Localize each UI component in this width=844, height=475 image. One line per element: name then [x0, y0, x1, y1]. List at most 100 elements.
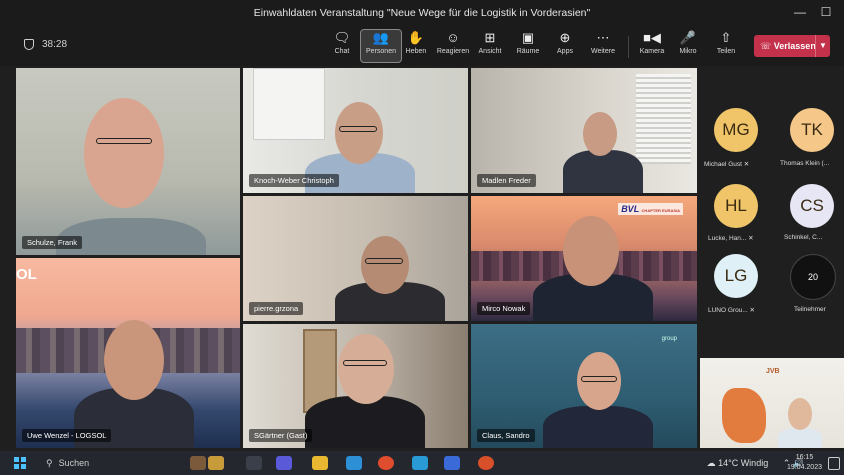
weather-icon[interactable]: ☁ — [707, 458, 716, 468]
people-button[interactable]: 👥 Personen — [360, 29, 402, 63]
avatar-tk[interactable]: TK — [790, 108, 834, 152]
maximize-button[interactable]: ☐ — [816, 4, 836, 20]
apps-button[interactable]: ⊕ Apps — [545, 30, 585, 62]
avatar-cs[interactable]: CS — [790, 184, 834, 228]
camera-label: Kamera — [639, 48, 665, 55]
avatar-name-text: LUNO Grou... — [708, 307, 748, 314]
participant-head — [583, 112, 617, 156]
video-tile-uwe[interactable]: OL Uwe Wenzel - LOGSOL — [16, 258, 240, 448]
taskbar-task-view-icon[interactable] — [246, 456, 262, 470]
participant-name: Uwe Wenzel - LOGSOL — [22, 429, 112, 442]
avatar-initials: TK — [801, 120, 823, 139]
raise-hand-button[interactable]: ✋ Heben — [396, 30, 436, 62]
taskbar-explorer-icon[interactable] — [312, 456, 328, 470]
video-tile-jvb[interactable]: JVB — [700, 358, 844, 448]
mic-off-icon: ✕ — [748, 235, 754, 242]
video-tile-knoch-weber[interactable]: Knoch-Weber Christoph — [243, 68, 468, 193]
taskbar-app-icon[interactable] — [190, 456, 206, 470]
camera-icon: ■◀ — [643, 30, 661, 45]
avatar-lg[interactable]: LG — [714, 254, 758, 298]
react-button[interactable]: ☺ Reagieren — [433, 30, 473, 62]
video-tile-madlen[interactable]: Madlen Freder — [471, 68, 697, 193]
more-label: Weitere — [591, 48, 615, 55]
search-icon: ⚲ — [46, 458, 53, 468]
raise-hand-label: Heben — [405, 48, 427, 55]
avatar-name-text: Lucke, Han... — [708, 235, 747, 242]
bvl-logo-text: BVL — [621, 204, 640, 214]
taskbar-powerpoint-icon[interactable] — [478, 456, 494, 470]
participant-head — [788, 398, 812, 430]
participant-body — [563, 150, 643, 193]
video-tile-schulze[interactable]: Schulze, Frank — [16, 68, 240, 255]
participant-glasses — [96, 138, 152, 144]
title-bar: Einwahldaten Veranstaltung "Neue Wege fü… — [0, 0, 844, 26]
chevron-down-icon[interactable]: ▼ — [815, 35, 830, 57]
minimize-button[interactable]: — — [790, 4, 810, 20]
mic-icon: 🎤 — [679, 30, 697, 45]
windows-start-icon[interactable] — [14, 457, 26, 469]
mic-label: Mikro — [679, 48, 697, 55]
view-button[interactable]: ⊞ Ansicht — [470, 30, 510, 62]
mic-button[interactable]: 🎤 Mikro — [668, 30, 708, 62]
group-logo: group — [662, 336, 677, 342]
participant-glasses — [343, 360, 387, 366]
video-tile-sgaertner[interactable]: SGärtner (Gast) — [243, 324, 468, 448]
taskbar-app-icon[interactable] — [208, 456, 224, 470]
taskbar-app-icon[interactable] — [444, 456, 460, 470]
chat-button[interactable]: 🗨 Chat — [322, 30, 362, 62]
taskbar-app-icon[interactable] — [412, 456, 428, 470]
participant-glasses — [581, 376, 617, 382]
participant-head — [361, 236, 409, 294]
react-label: Reagieren — [436, 48, 470, 55]
window-blinds — [636, 74, 691, 164]
meeting-timer: 38:28 — [24, 39, 67, 50]
participant-head — [563, 216, 619, 286]
taskbar-teams-icon[interactable] — [276, 456, 292, 470]
avatar-name: Schinkel, C... — [784, 234, 823, 241]
apps-icon: ⊕ — [559, 30, 571, 45]
avatar-name: Thomas Klein (... — [780, 160, 830, 167]
participant-glasses — [365, 258, 403, 264]
chat-icon: 🗨 — [333, 30, 351, 45]
video-tile-claus[interactable]: group Claus, Sandro — [471, 324, 697, 448]
more-button[interactable]: ⋯ Weitere — [583, 30, 623, 62]
participant-name: Knoch-Weber Christoph — [249, 174, 339, 187]
windows-taskbar: ⚲ Suchen ☁ 14°C Windig ⌃ 🔊 16:15 19.04.2… — [0, 451, 844, 475]
avatar-initials: CS — [800, 196, 824, 215]
video-tile-mirco[interactable]: BVL CHAPTER EURASIA Mirco Nowak — [471, 196, 697, 321]
notification-icon[interactable] — [828, 457, 840, 470]
share-label: Teilen — [716, 48, 736, 55]
taskbar-chrome-icon[interactable] — [378, 456, 394, 470]
weather-text[interactable]: 14°C Windig — [718, 458, 768, 468]
participant-name: Schulze, Frank — [22, 236, 83, 249]
taskbar-outlook-icon[interactable] — [346, 456, 362, 470]
avatar-more-participants[interactable]: 20 — [790, 254, 836, 300]
mic-off-icon: ✕ — [749, 307, 755, 314]
participant-name: pierre.grzona — [249, 302, 304, 315]
participant-name: Madlen Freder — [477, 174, 536, 187]
share-button[interactable]: ⇧ Teilen — [706, 30, 746, 62]
rooms-button[interactable]: ▣ Räume — [508, 30, 548, 62]
meeting-toolbar: 38:28 🗨 Chat 👥 Personen ✋ Heben ☺ Reagie… — [0, 26, 844, 66]
avatar-name-text: Michael Gust — [704, 161, 742, 168]
jvb-logo-text: JVB — [766, 368, 780, 375]
participant-head — [338, 334, 394, 404]
avatar-hl[interactable]: HL — [714, 184, 758, 228]
leave-button[interactable]: ☏ Verlassen ▼ — [754, 35, 830, 57]
apps-label: Apps — [557, 48, 573, 55]
window-title: Einwahldaten Veranstaltung "Neue Wege fü… — [253, 7, 591, 19]
avatar-mg[interactable]: MG — [714, 108, 758, 152]
avatar-initials: MG — [722, 120, 750, 139]
view-label: Ansicht — [478, 48, 502, 55]
clock-time: 16:15 — [795, 454, 814, 461]
clock-date: 19.04.2023 — [786, 464, 822, 471]
toolbar-divider — [628, 36, 629, 58]
shield-icon — [24, 39, 34, 50]
group-logo-text: group — [661, 336, 677, 342]
search-label: Suchen — [58, 458, 90, 468]
people-icon: 👥 — [372, 30, 390, 45]
taskbar-clock[interactable]: 16:15 19.04.2023 — [787, 453, 822, 473]
participant-body — [778, 428, 822, 448]
camera-button[interactable]: ■◀ Kamera — [632, 30, 672, 62]
video-tile-pierre[interactable]: pierre.grzona — [243, 196, 468, 321]
